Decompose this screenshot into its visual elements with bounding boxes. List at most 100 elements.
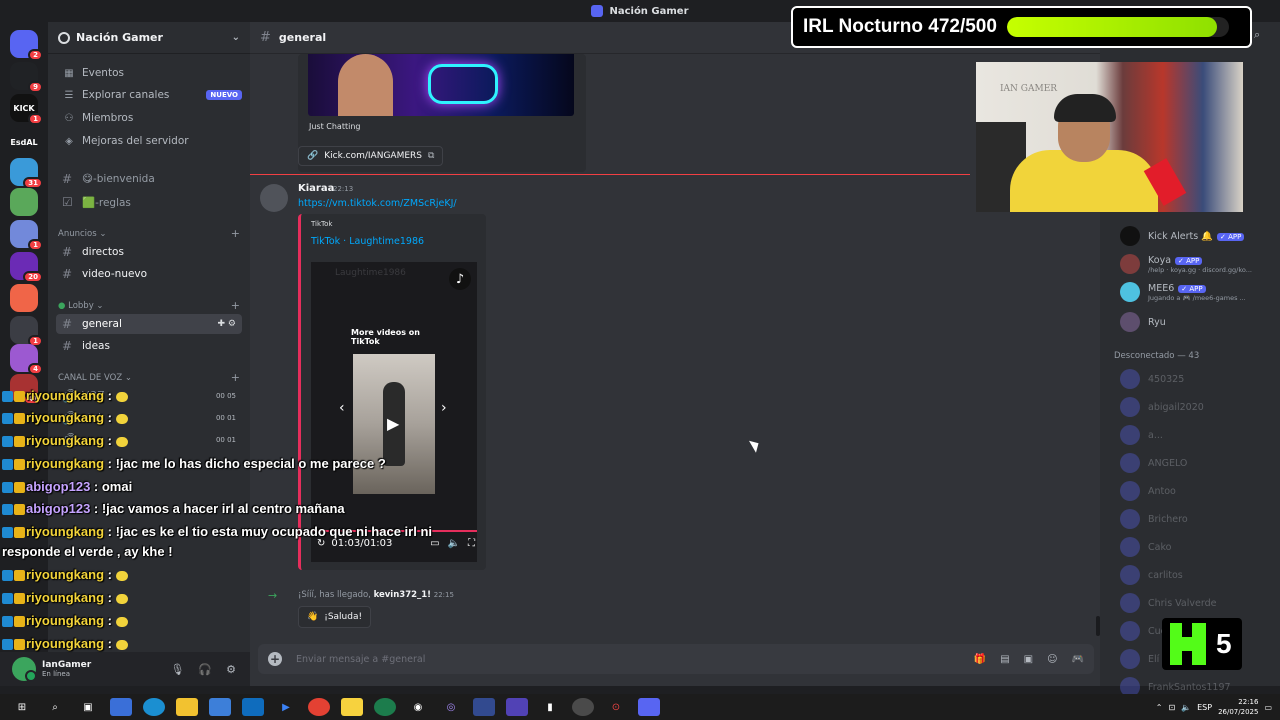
player-icon[interactable]: ◉ [407,698,429,716]
member-item-offline[interactable]: Cako [1120,537,1270,557]
tray-chevron-icon[interactable]: ⌃ [1156,703,1163,712]
activities-icon[interactable]: 🎮 [1072,654,1084,665]
member-item-offline[interactable]: Antoo [1120,481,1270,501]
copilot-icon[interactable] [110,698,132,716]
channel-reglas[interactable]: ☑ 🟩-reglas [56,192,242,212]
category-voz[interactable]: CANAL DE VOZ ⌄ + [58,371,240,384]
notifications-icon[interactable]: ▭ [1264,703,1272,712]
member-item-offline[interactable]: Brichero [1120,509,1270,529]
language-indicator[interactable]: ESP [1197,703,1212,712]
member-item[interactable]: Ryu [1120,312,1270,332]
avatar[interactable] [12,657,37,682]
emoji-icon[interactable]: ☺ [1047,654,1057,665]
sticker-icon[interactable]: ▣ [1024,654,1033,665]
attach-plus-icon[interactable]: + [268,652,282,666]
server-icon-server-d[interactable]: 1 [10,220,43,251]
task-view-icon[interactable]: ▣ [77,698,99,716]
message-author[interactable]: Kiaraa [298,183,334,194]
add-channel-icon[interactable]: + [231,299,240,312]
discord-taskbar-icon[interactable] [638,698,660,716]
kick-link-button[interactable]: 🔗 Kick.com/IANGAMERS ⧉ [298,146,444,166]
server-icon-server-e[interactable]: 20 [10,252,43,283]
app-green-icon[interactable] [374,698,396,716]
fullscreen-icon[interactable]: ⛶ [468,538,475,549]
chat-overlay-line: riyoungkang : [2,388,128,403]
audio-icon[interactable]: ▮ [539,698,561,716]
message-input[interactable] [296,653,896,665]
category-anuncios[interactable]: Anuncios ⌄ + [58,227,240,240]
chrome-icon[interactable] [308,698,330,716]
gift-icon[interactable]: 🎁 [974,654,986,665]
nav-events[interactable]: ▦ Eventos [56,63,242,83]
clock[interactable]: 22:16 26/07/2025 [1218,697,1258,717]
chat-username: riyoungkang [26,388,105,403]
add-channel-icon[interactable]: + [231,227,240,240]
store-icon[interactable] [209,698,231,716]
app-purple-icon[interactable] [506,698,528,716]
network-icon[interactable]: ⊡ [1168,703,1175,712]
search-icon[interactable]: ⌕ [44,698,66,716]
chrome-2-icon[interactable] [572,698,594,716]
add-channel-icon[interactable]: + [231,371,240,384]
member-item-offline[interactable]: 450325 [1120,369,1270,389]
server-icon-discord-home[interactable]: 2 [10,30,43,61]
channel-video-nuevo[interactable]: # video-nuevo [56,264,242,284]
gear-icon[interactable]: ⚙ [226,663,236,676]
nav-server-boost[interactable]: ◈ Mejoras del servidor [56,131,242,151]
search-icon[interactable]: ⌕ [1254,28,1274,48]
channel-label: video-nuevo [82,268,148,280]
microphone-icon[interactable]: 🎙 [170,663,184,676]
channel-bienvenida[interactable]: # 😋-bienvenida [56,169,242,189]
chat-overlay-line: riyoungkang : [2,567,128,582]
message-link[interactable]: https://vm.tiktok.com/ZMScRjeKJ/ [298,198,457,209]
volume-icon[interactable]: 🔈 [1181,703,1191,712]
server-icon-server-g[interactable]: 1 [10,316,43,347]
channel-general[interactable]: # general ✚ ⚙ [56,314,242,334]
nav-browse-channels[interactable]: ☰ Explorar canales NUEVO [56,85,242,105]
member-item-offline[interactable]: a... [1120,425,1270,445]
avatar [1120,254,1140,274]
server-icon-esdal[interactable]: EsdAL [10,128,38,156]
member-item[interactable]: MEE6 ✓ APP Jugando a 🎮 /mee6-games ... [1120,282,1270,302]
headphones-icon[interactable]: 🎧 [198,663,212,676]
member-item-offline[interactable]: abigail2020 [1120,397,1270,417]
chevron-right-icon[interactable]: › [441,400,447,416]
outlook-icon[interactable] [242,698,264,716]
volume-icon[interactable]: 🔈 [448,538,460,549]
channel-directos[interactable]: # directos [56,242,242,262]
member-item-offline[interactable]: ANGELO [1120,453,1270,473]
edge-icon[interactable] [143,698,165,716]
member-item-offline[interactable]: carlitos [1120,565,1270,585]
server-header[interactable]: Nación Gamer ⌄ [48,22,250,54]
channel-settings-icon[interactable]: ✚ ⚙ [218,319,236,329]
server-icon-server-f[interactable] [10,284,38,312]
avatar[interactable] [260,184,288,212]
media-icon[interactable]: ▶ [275,698,297,716]
notes-icon[interactable] [341,698,363,716]
app-red-icon[interactable]: ⊙ [605,698,627,716]
member-item-offline[interactable]: Chris Valverde [1120,593,1270,613]
stream-thumbnail[interactable] [308,54,574,116]
server-icon-kick[interactable]: KICK 1 [10,94,43,125]
nav-members[interactable]: ⚇ Miembros [56,108,242,128]
channel-ideas[interactable]: # ideas [56,336,242,356]
category-lobby[interactable]: ● Lobby ⌄ + [58,299,240,312]
file-explorer-icon[interactable] [176,698,198,716]
member-item[interactable]: Koya ✓ APP/help · koya.gg · discord.gg/ko… [1120,254,1270,274]
avatar [1120,226,1140,246]
app-blue-icon[interactable] [473,698,495,716]
embed-title[interactable]: TikTok · Laughtime1986 [311,236,424,247]
emote-icon [115,391,128,402]
chevron-down-icon[interactable]: ⌄ [232,32,240,43]
avatar [1120,481,1140,501]
server-icon-server-h[interactable]: 4 [10,344,43,375]
server-icon-server-b[interactable]: 31 [10,158,43,189]
avatar [1120,312,1140,332]
obs-icon[interactable]: ◎ [440,698,462,716]
server-icon-server-c[interactable] [10,188,38,216]
emote-icon [115,616,128,627]
gif-icon[interactable]: ▤ [1000,654,1009,665]
windows-start-icon[interactable]: ⊞ [11,698,33,716]
server-icon-server-a[interactable]: 9 [10,62,43,93]
member-item[interactable]: Kick Alerts 🔔 ✓ APP [1120,226,1270,246]
